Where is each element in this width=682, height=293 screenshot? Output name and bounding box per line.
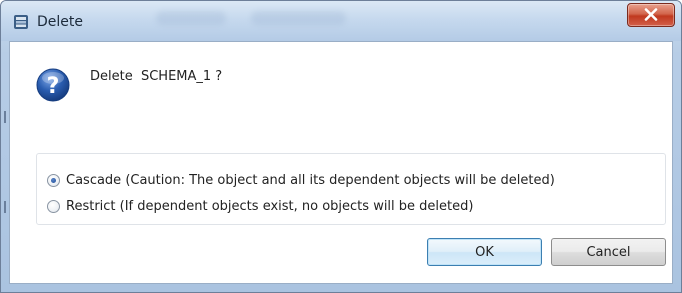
question-icon: ? [36,68,70,102]
cascade-option[interactable]: Cascade (Caution: The object and all its… [47,171,555,189]
delete-options-group: Cascade (Caution: The object and all its… [36,153,666,225]
title-bar-background-blur [251,11,346,25]
cancel-button[interactable]: Cancel [551,238,666,266]
window-frame-edge [4,201,6,213]
svg-text:?: ? [47,74,60,99]
title-bar[interactable]: Delete [1,1,681,41]
dialog-content: ? Delete SCHEMA_1 ? Cascade (Caution: Th… [9,41,673,284]
restrict-option[interactable]: Restrict (If dependent objects exist, no… [47,197,473,215]
ok-button[interactable]: OK [427,238,542,266]
close-button[interactable] [627,3,675,27]
title-bar-background-blur [156,11,226,25]
restrict-radio[interactable] [47,199,60,213]
delete-dialog-window: Delete ? Delete SCHEMA_1 ? Cascade (Caut… [0,0,682,293]
cascade-radio[interactable] [47,173,60,187]
close-icon [644,8,658,21]
cascade-label[interactable]: Cascade (Caution: The object and all its… [66,173,555,188]
window-title: Delete [37,14,83,30]
window-frame-edge [4,111,6,123]
restrict-label[interactable]: Restrict (If dependent objects exist, no… [66,199,473,214]
database-icon [14,15,28,29]
delete-prompt: Delete SCHEMA_1 ? [90,69,223,84]
